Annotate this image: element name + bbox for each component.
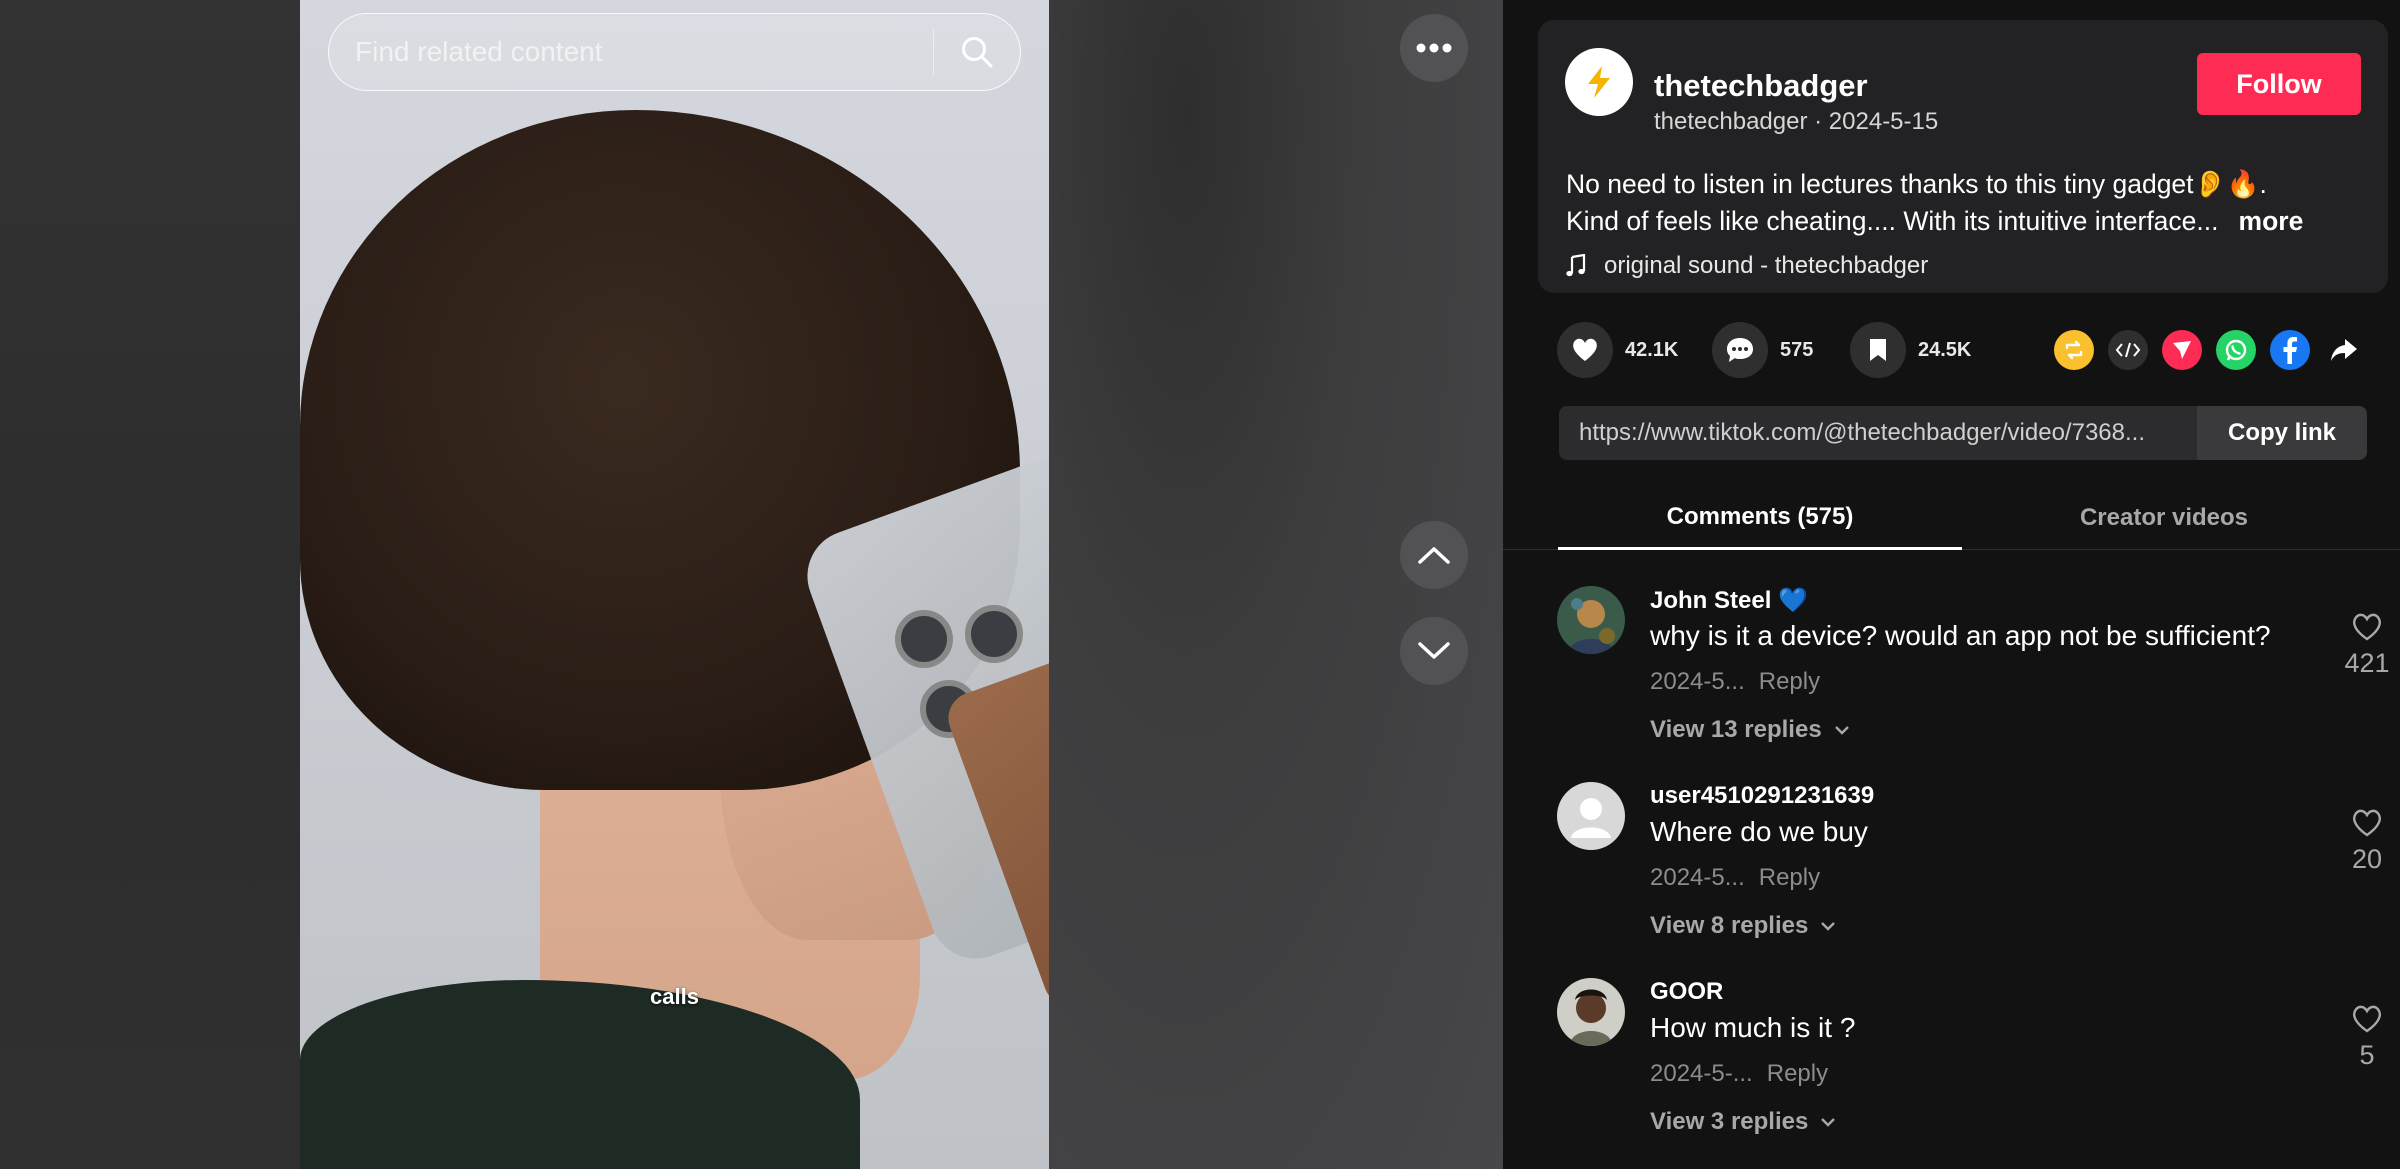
follow-button[interactable]: Follow [2197,53,2361,115]
post-date: 2024-5-15 [1828,108,1939,135]
chevron-up-icon [1418,547,1450,564]
author-avatar[interactable] [1565,48,1633,116]
panel-tabs: Comments (575) Creator videos [1503,486,2400,550]
video-url[interactable]: https://www.tiktok.com/@thetechbadger/vi… [1559,419,2197,447]
commenter-avatar[interactable] [1557,586,1625,654]
previous-video-button[interactable] [1400,521,1468,589]
more-options-button[interactable] [1400,14,1468,82]
search-icon [962,37,993,68]
facebook-icon[interactable] [2270,330,2310,370]
comment-like-count: 20 [2351,844,2383,874]
comment-meta: 2024-5... Reply [1650,864,1820,892]
commenter-name[interactable]: GOOR [1650,978,1723,1006]
lightning-bolt-icon [1588,66,1610,98]
video-player[interactable]: calls [300,0,1049,1169]
commenter-name[interactable]: user4510291231639 [1650,782,1874,810]
comment-text: Where do we buy [1650,816,1868,847]
video-link-box: https://www.tiktok.com/@thetechbadger/vi… [1559,406,2367,460]
video-blurred-background-left [0,0,300,1169]
comment-like-count: 421 [2344,648,2390,678]
comment-count: 575 [1780,338,1814,361]
view-replies-button[interactable]: View 13 replies [1650,716,1850,744]
search-input[interactable] [329,36,933,68]
view-replies-button[interactable]: View 8 replies [1650,912,1836,940]
search-bar [328,13,1021,91]
description-line-2-row: Kind of feels like cheating.... With its… [1566,203,2366,240]
share-arrow-icon[interactable] [2324,330,2364,370]
more-button[interactable]: more [2239,203,2304,240]
comment-date: 2024-5... [1650,864,1745,891]
author-subline: thetechbadger · 2024-5-15 [1654,108,1938,136]
comment-like-button[interactable]: 421 [2344,612,2390,679]
description-line-2: Kind of feels like cheating.... With its… [1566,206,2219,236]
reply-button[interactable]: Reply [1759,864,1820,891]
reply-button[interactable]: Reply [1767,1060,1828,1087]
heart-outline-icon [2353,613,2381,641]
comment-date: 2024-5-... [1650,1060,1753,1087]
music-note-icon [1566,254,1586,278]
save-button[interactable]: 24.5K [1850,322,1971,378]
phone-camera-lens [965,605,1023,663]
comment-button[interactable]: 575 [1712,322,1813,378]
like-button[interactable]: 42.1K [1557,322,1678,378]
tab-comments[interactable]: Comments (575) [1558,486,1962,550]
search-button[interactable] [934,13,1020,91]
view-replies-button[interactable]: View 3 replies [1650,1108,1836,1136]
comment-text: How much is it ? [1650,1012,1856,1043]
like-count: 42.1K [1625,338,1679,361]
subline-separator: · [1807,108,1829,135]
description-card: thetechbadger thetechbadger · 2024-5-15 … [1538,20,2388,293]
view-replies-label: View 13 replies [1650,716,1822,743]
sound-name: original sound - thetechbadger [1604,252,1929,279]
heart-outline-icon [2353,1005,2381,1033]
video-description: No need to listen in lectures thanks to … [1566,166,2366,240]
embed-icon[interactable] [2108,330,2148,370]
heart-icon [1557,322,1613,378]
copy-link-button[interactable]: Copy link [2197,406,2367,460]
next-video-button[interactable] [1400,617,1468,685]
view-replies-label: View 3 replies [1650,1108,1809,1135]
sound-link[interactable]: original sound - thetechbadger [1566,252,1928,280]
chevron-down-icon [1821,1118,1836,1127]
author-name[interactable]: thetechbadger [1654,68,1868,104]
action-bar: 42.1K 575 24.5K [1557,322,2377,378]
phone-camera-lens [895,610,953,668]
repost-icon[interactable] [2054,330,2094,370]
whatsapp-icon[interactable] [2216,330,2256,370]
video-caption: calls [650,984,699,1009]
send-icon[interactable] [2162,330,2202,370]
comment-text: why is it a device? would an app not be … [1650,620,2271,651]
tab-creator-videos[interactable]: Creator videos [1962,486,2366,550]
author-handle[interactable]: thetechbadger [1654,108,1807,135]
view-replies-label: View 8 replies [1650,912,1809,939]
comment-meta: 2024-5-... Reply [1650,1060,1828,1088]
more-dots-icon [1416,43,1452,53]
commenter-avatar[interactable] [1557,782,1625,850]
heart-outline-icon [2353,809,2381,837]
chevron-down-icon [1418,642,1450,659]
comment-bubble-icon [1712,322,1768,378]
comment-like-button[interactable]: 5 [2347,1004,2387,1071]
description-line-1: No need to listen in lectures thanks to … [1566,169,2267,199]
commenter-name[interactable]: John Steel 💙 [1650,586,1808,615]
side-panel: thetechbadger thetechbadger · 2024-5-15 … [1503,0,2400,1169]
comment-like-button[interactable]: 20 [2347,808,2387,875]
comment-meta: 2024-5... Reply [1650,668,1820,696]
commenter-avatar[interactable] [1557,978,1625,1046]
chevron-down-icon [1821,922,1836,931]
bookmark-icon [1850,322,1906,378]
comment-date: 2024-5... [1650,668,1745,695]
comment-like-count: 5 [2359,1040,2375,1070]
reply-button[interactable]: Reply [1759,668,1820,695]
chevron-down-icon [1834,726,1849,735]
save-count: 24.5K [1918,338,1972,361]
video-area: calls [0,0,1503,1169]
